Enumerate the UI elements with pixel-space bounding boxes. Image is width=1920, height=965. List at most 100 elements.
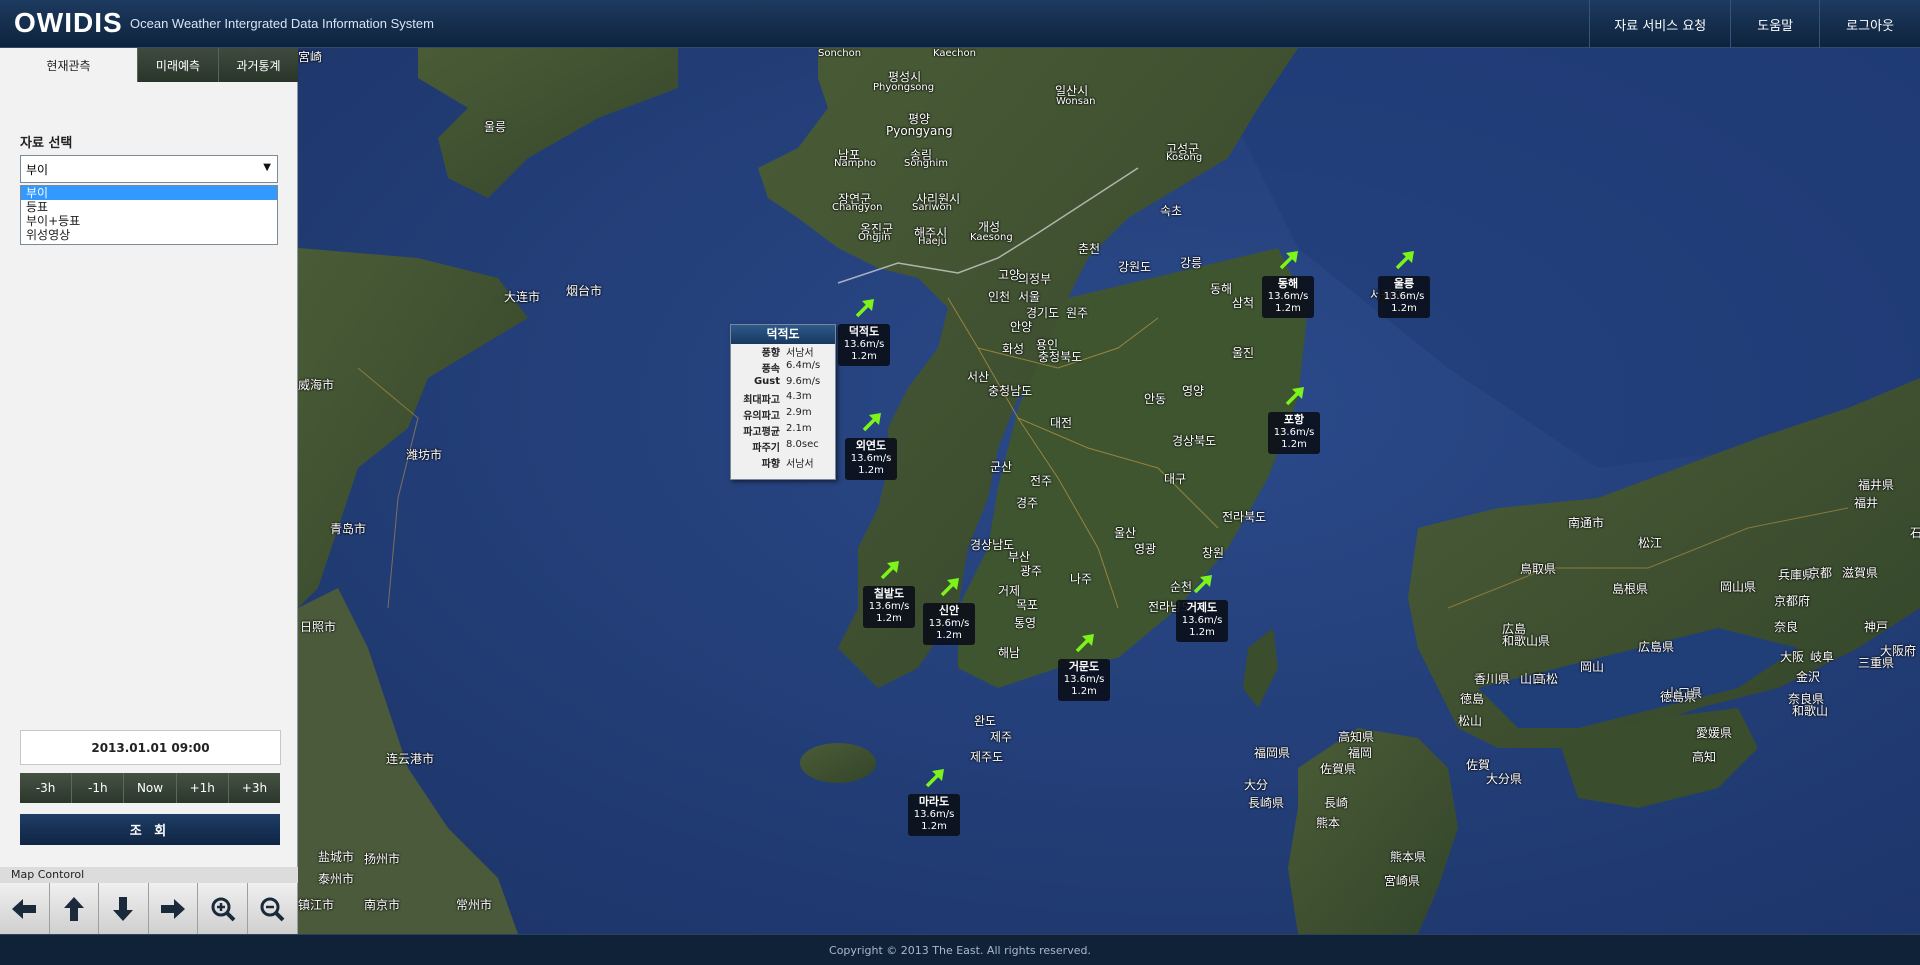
place-label: Sariwon xyxy=(912,202,952,213)
station-wave-height: 1.2m xyxy=(876,613,902,624)
place-label: 삼척 xyxy=(1232,296,1255,310)
place-label: 춘천 xyxy=(1078,242,1101,256)
place-label: Kosong xyxy=(1166,152,1203,163)
station-wind-speed: 13.6m/s xyxy=(843,339,885,350)
wind-arrow-icon xyxy=(940,578,959,597)
step-plus-1h[interactable]: +1h xyxy=(175,773,228,803)
station-marker[interactable]: 거문도 13.6m/s 1.2m xyxy=(1058,659,1110,701)
map-control-bar xyxy=(0,883,298,934)
nav-help[interactable]: 도움말 xyxy=(1730,0,1819,48)
popup-key: 파향 xyxy=(761,458,780,470)
station-wave-height: 1.2m xyxy=(858,465,884,476)
place-label: 佐賀県 xyxy=(1320,762,1357,776)
pan-up-button[interactable] xyxy=(49,883,100,934)
station-name: 덕적도 xyxy=(848,325,880,338)
station-wind-speed: 13.6m/s xyxy=(928,618,970,629)
station-marker[interactable]: 마라도 13.6m/s 1.2m xyxy=(908,794,960,836)
place-label: Kaechon xyxy=(933,48,976,59)
popup-row: 최대파고 4.3m xyxy=(731,391,835,407)
place-label: 전주 xyxy=(1030,474,1053,488)
data-select[interactable]: 부이 ▼ xyxy=(20,155,278,183)
station-wave-height: 1.2m xyxy=(1071,686,1097,697)
place-label: 大阪 xyxy=(1780,650,1805,664)
place-label: 连云港市 xyxy=(386,752,435,766)
option-beacon[interactable]: 등표 xyxy=(21,200,277,214)
place-label: 京都 xyxy=(1808,566,1833,580)
place-label: 福井 xyxy=(1854,496,1879,510)
place-label: 宮崎 xyxy=(298,50,323,64)
app-root: OWIDIS Ocean Weather Intergrated Data In… xyxy=(0,0,1920,965)
tab-current[interactable]: 현재관측 xyxy=(0,48,137,82)
station-marker[interactable]: 거제도 13.6m/s 1.2m xyxy=(1176,600,1228,642)
step-minus-1h[interactable]: -1h xyxy=(71,773,124,803)
step-minus-3h[interactable]: -3h xyxy=(20,773,72,803)
nav-logout[interactable]: 로그아웃 xyxy=(1819,0,1920,48)
place-label: 石川 xyxy=(1910,526,1920,540)
place-label: 강원도 xyxy=(1118,260,1152,274)
place-label: 広島 xyxy=(1502,622,1527,636)
step-now[interactable]: Now xyxy=(123,773,176,803)
station-marker[interactable]: 칠발도 13.6m/s 1.2m xyxy=(863,586,915,628)
place-label: 영양 xyxy=(1182,384,1205,398)
option-buoy-beacon[interactable]: 부이+등표 xyxy=(21,214,277,228)
popup-value: 4.3m xyxy=(786,391,812,403)
arrow-right-icon xyxy=(161,898,186,919)
station-marker[interactable]: 동해 13.6m/s 1.2m xyxy=(1262,276,1314,318)
place-label: 안양 xyxy=(1010,320,1033,334)
place-label: 광주 xyxy=(1020,564,1043,578)
popup-row: 풍향 서남서 xyxy=(731,344,835,360)
station-wind-speed: 13.6m/s xyxy=(868,601,910,612)
popup-value: 서남서 xyxy=(786,458,814,470)
pan-left-button[interactable] xyxy=(0,883,50,934)
place-label: 島根県 xyxy=(1612,582,1649,596)
station-marker[interactable]: 외연도 13.6m/s 1.2m xyxy=(845,438,897,480)
place-label: 목포 xyxy=(1016,598,1039,612)
place-label: 大分県 xyxy=(1486,772,1523,786)
option-buoy[interactable]: 부이 xyxy=(21,186,277,200)
satellite-map[interactable]: Sonchon Kaechon 평성시 Phyongsong 평양 Pyongyang 일산… xyxy=(298,48,1920,934)
station-name: 동해 xyxy=(1277,277,1299,290)
place-label: 熊本 xyxy=(1316,816,1341,830)
place-label: 南通市 xyxy=(1568,516,1605,530)
station-wind-speed: 13.6m/s xyxy=(1181,615,1223,626)
pan-down-button[interactable] xyxy=(99,883,149,934)
place-label: 威海市 xyxy=(298,378,335,392)
caret-down-icon: ▼ xyxy=(263,162,271,173)
place-label: 안동 xyxy=(1144,392,1167,406)
query-button[interactable]: 조 회 xyxy=(20,814,280,845)
sidebar: 현재관측 미래예측 과거통계 자료 선택 부이 ▼ 부이 등표 부이+등표 위성… xyxy=(0,48,298,934)
place-label: 神戸 xyxy=(1864,620,1889,634)
place-label: 속초 xyxy=(1160,204,1183,218)
tab-history[interactable]: 과거통계 xyxy=(218,48,298,82)
place-label: 青岛市 xyxy=(330,522,367,536)
wind-arrow-icon xyxy=(880,561,899,580)
place-label: 福岡県 xyxy=(1254,746,1291,760)
zoom-in-button[interactable] xyxy=(198,883,248,934)
station-name: 거제도 xyxy=(1186,601,1218,614)
wind-arrow-icon xyxy=(1279,251,1298,270)
step-plus-3h[interactable]: +3h xyxy=(227,773,281,803)
place-label: 镇江市 xyxy=(298,898,335,912)
popup-row: 풍속 6.4m/s xyxy=(731,360,835,376)
station-marker[interactable]: 울릉 13.6m/s 1.2m xyxy=(1378,276,1430,318)
place-label: 南京市 xyxy=(364,898,401,912)
zoom-out-button[interactable] xyxy=(247,883,298,934)
app-logo[interactable]: OWIDIS xyxy=(14,7,123,39)
tab-forecast[interactable]: 미래예측 xyxy=(137,48,218,82)
option-satellite[interactable]: 위성영상 xyxy=(21,228,277,242)
footer: Copyright © 2013 The East. All rights re… xyxy=(0,934,1920,965)
map-control-title: Map Contorol xyxy=(0,867,298,883)
station-marker[interactable]: 덕적도 13.6m/s 1.2m xyxy=(838,324,890,366)
place-label: 경주 xyxy=(1016,496,1039,510)
nav-data-request[interactable]: 자료 서비스 요청 xyxy=(1589,0,1730,48)
station-wind-speed: 13.6m/s xyxy=(1273,427,1315,438)
place-label: 高知県 xyxy=(1338,730,1375,744)
place-label: 熊本県 xyxy=(1390,850,1427,864)
data-select-dropdown: 부이 등표 부이+등표 위성영상 xyxy=(20,185,278,245)
place-label: Wonsan xyxy=(1056,96,1096,107)
station-marker[interactable]: 포항 13.6m/s 1.2m xyxy=(1268,412,1320,454)
popup-key: Gust xyxy=(753,375,780,387)
wind-arrow-icon xyxy=(1075,634,1094,653)
station-marker[interactable]: 신안 13.6m/s 1.2m xyxy=(923,603,975,645)
pan-right-button[interactable] xyxy=(148,883,199,934)
